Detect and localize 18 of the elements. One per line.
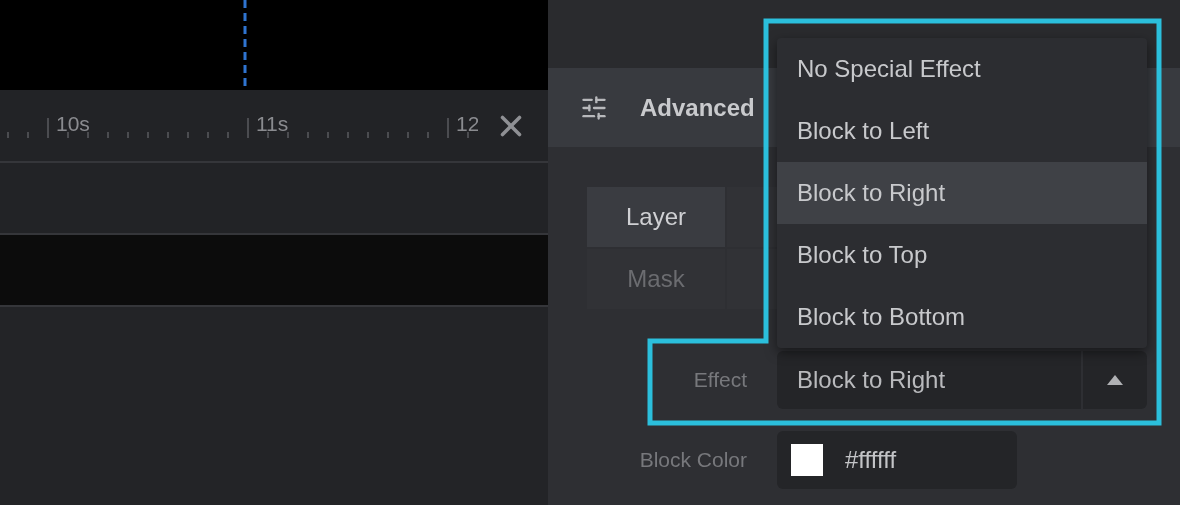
effect-select[interactable]: Block to Right xyxy=(777,351,1147,409)
color-swatch[interactable] xyxy=(791,444,823,476)
caret-icon xyxy=(1107,375,1123,385)
settings-icon xyxy=(580,93,608,122)
dropdown-option[interactable]: Block to Top xyxy=(777,224,1147,286)
tab[interactable]: Layer xyxy=(587,187,725,247)
ruler-label: 11s xyxy=(256,112,289,136)
section-title: Advanced xyxy=(640,93,755,122)
dropdown-option[interactable]: No Special Effect xyxy=(777,38,1147,100)
dropdown-option[interactable]: Block to Bottom xyxy=(777,286,1147,348)
field-label: Block Color xyxy=(638,448,747,472)
field-label: Effect xyxy=(692,368,747,392)
ruler-label: 12 xyxy=(456,112,478,136)
ruler-label: 10s xyxy=(56,112,90,136)
dropdown-option[interactable]: Block to Left xyxy=(777,100,1147,162)
color-value: #ffffff xyxy=(845,446,897,474)
color-field[interactable]: #ffffff xyxy=(777,431,1017,489)
dropdown-option[interactable]: Block to Right xyxy=(777,162,1147,224)
